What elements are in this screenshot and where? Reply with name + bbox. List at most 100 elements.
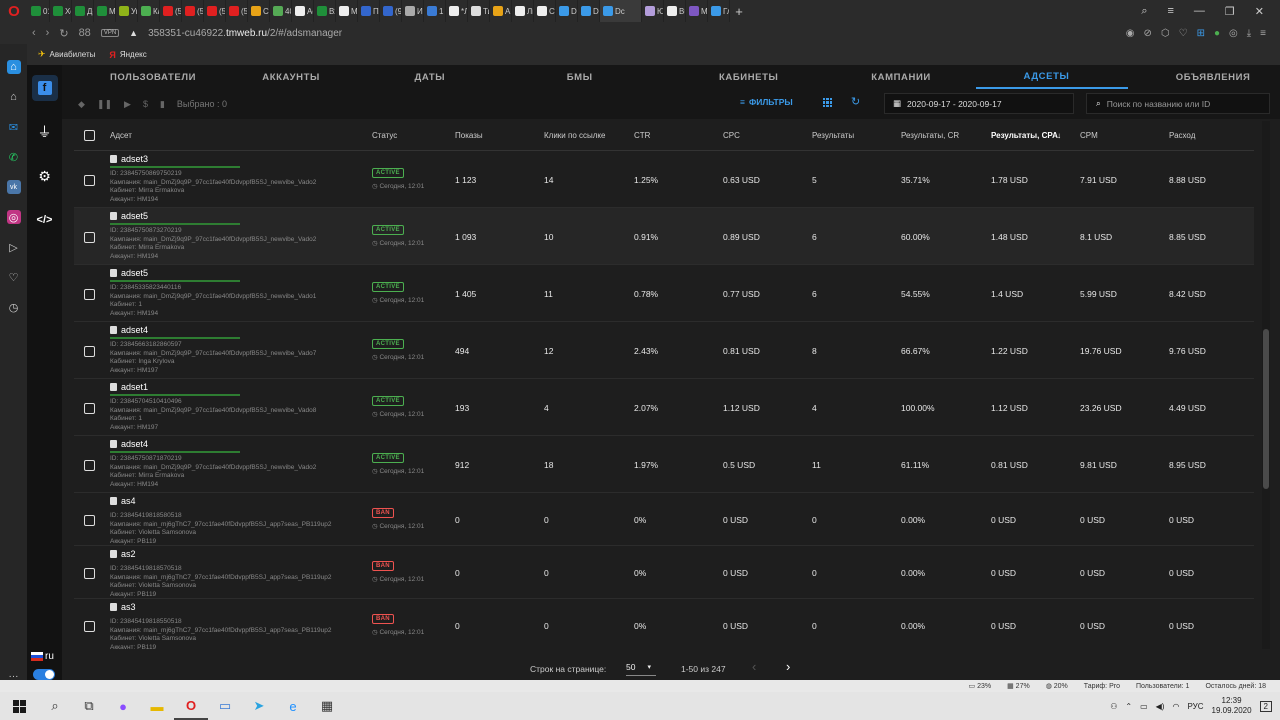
row-checkbox[interactable] xyxy=(84,515,95,526)
column-header[interactable]: Результаты xyxy=(812,131,854,140)
select-all-checkbox[interactable] xyxy=(84,130,95,141)
browser-tab[interactable]: Dol xyxy=(556,0,578,22)
browser-tab[interactable]: Ли xyxy=(512,0,534,22)
adset-name[interactable]: adset1 xyxy=(110,382,148,392)
browser-tab[interactable]: СРА xyxy=(248,0,270,22)
network-icon[interactable]: ▭ xyxy=(1140,702,1148,711)
adset-name[interactable]: as4 xyxy=(110,496,136,506)
menu-icon[interactable]: ≡ xyxy=(1260,28,1266,39)
heart-icon[interactable]: ♡ xyxy=(1179,28,1188,39)
browser-tab[interactable]: Dc xyxy=(600,0,642,22)
browser-tab[interactable]: (54 xyxy=(204,0,226,22)
adset-name[interactable]: as2 xyxy=(110,549,136,559)
block-icon[interactable]: ⊘ xyxy=(1143,28,1151,39)
browser-tab[interactable]: (58 xyxy=(160,0,182,22)
volume-icon[interactable]: ◀) xyxy=(1156,702,1165,711)
browser-tab[interactable]: Дои xyxy=(72,0,94,22)
camera-icon[interactable]: ◉ xyxy=(1126,28,1135,39)
snapshot-icon[interactable]: ≡ xyxy=(1167,5,1173,17)
task-view-icon[interactable]: ⧉ xyxy=(72,692,106,720)
download-icon[interactable]: ⤓ xyxy=(1247,28,1251,39)
settings-gear-icon[interactable]: ⚙ xyxy=(32,163,58,189)
nav-tab[interactable]: ПОЛЬЗОВАТЕЛИ xyxy=(62,65,214,89)
next-page-icon[interactable]: › xyxy=(786,659,790,674)
theme-toggle[interactable] xyxy=(33,669,55,680)
cortana-icon[interactable]: ● xyxy=(106,692,140,720)
adset-name[interactable]: adset5 xyxy=(110,268,148,278)
browser-tab[interactable]: 401 xyxy=(270,0,292,22)
speed-dial-count[interactable]: 88 xyxy=(79,27,91,39)
home-icon[interactable]: ⌂ xyxy=(7,90,21,104)
row-checkbox[interactable] xyxy=(84,403,95,414)
bookmark-avia[interactable]: ✈ Авиабилеты xyxy=(38,49,95,60)
adset-name[interactable]: adset3 xyxy=(110,154,148,164)
rows-per-page-select[interactable]: 50 ▾ xyxy=(626,659,656,676)
browser-tab[interactable]: Buy xyxy=(664,0,686,22)
column-header[interactable]: Адсет xyxy=(110,131,132,140)
plug-icon[interactable]: ⏚ xyxy=(32,119,58,145)
row-checkbox[interactable] xyxy=(84,460,95,471)
table-row[interactable]: as3 ID: 23845419818550518 Кампания: main_m… xyxy=(74,599,1254,649)
browser-tab[interactable]: Юн xyxy=(642,0,664,22)
start-button[interactable] xyxy=(0,692,38,720)
row-checkbox[interactable] xyxy=(84,621,95,632)
nav-tab[interactable]: АДСЕТЫ xyxy=(975,65,1128,89)
table-scrollbar[interactable] xyxy=(1262,121,1270,649)
search-tabs-icon[interactable]: ⌕ xyxy=(1141,5,1147,18)
cart-icon[interactable]: ⊞ xyxy=(1197,28,1205,39)
favorites-icon[interactable]: ♡ xyxy=(7,270,21,284)
extension-icon[interactable]: ● xyxy=(1214,28,1220,39)
messenger-icon[interactable]: ✉ xyxy=(7,120,21,134)
minimize-button[interactable]: — xyxy=(1194,5,1205,17)
code-icon[interactable]: </> xyxy=(32,207,58,233)
browser-tab[interactable]: Ств xyxy=(534,0,556,22)
table-row[interactable]: adset4 ID: 23845750871870219 Кампания: mai… xyxy=(74,436,1254,493)
forward-icon[interactable]: › xyxy=(46,27,50,39)
browser-tab[interactable]: Ме xyxy=(686,0,708,22)
adset-name[interactable]: adset4 xyxy=(110,439,148,449)
window-taskbar-icon[interactable]: ▭ xyxy=(208,692,242,720)
scrollbar-thumb[interactable] xyxy=(1263,329,1269,489)
browser-tab[interactable]: 01. xyxy=(28,0,50,22)
bookmark-yandex[interactable]: Я Яндекс xyxy=(109,50,146,60)
browser-tab[interactable]: Мо xyxy=(94,0,116,22)
pause-icon[interactable]: ❚❚ xyxy=(97,99,112,110)
ie-icon[interactable]: e xyxy=(276,692,310,720)
new-tab-button[interactable]: + xyxy=(730,4,748,19)
table-row[interactable]: adset1 ID: 23845704510410496 Кампания: mai… xyxy=(74,379,1254,436)
adset-name[interactable]: adset4 xyxy=(110,325,148,335)
date-range-picker[interactable]: ▦ 2020-09-17 - 2020-09-17 xyxy=(884,93,1074,114)
browser-tab[interactable]: Dol xyxy=(578,0,600,22)
browser-tab[interactable]: Вхс xyxy=(314,0,336,22)
table-row[interactable]: as4 ID: 23845419818580518 Кампания: main_m… xyxy=(74,493,1254,546)
browser-tab[interactable]: Кан xyxy=(138,0,160,22)
prev-page-icon[interactable]: ‹ xyxy=(752,659,756,674)
column-header[interactable]: Результаты, CPA xyxy=(991,131,1058,140)
browser-tab[interactable]: AD xyxy=(490,0,512,22)
columns-view-icon[interactable] xyxy=(823,98,832,107)
history-icon[interactable]: ◷ xyxy=(7,300,21,314)
browser-tab[interactable]: *Ли xyxy=(446,0,468,22)
column-header[interactable]: CTR xyxy=(634,131,650,140)
explorer-icon[interactable]: ▬ xyxy=(140,692,174,720)
vpn-badge[interactable]: VPN xyxy=(100,29,120,37)
nav-tab[interactable]: ОБЪЯВЛЕНИЯ xyxy=(1128,65,1280,89)
wifi-icon[interactable]: ◠ xyxy=(1172,702,1179,711)
calculator-icon[interactable]: ▦ xyxy=(310,692,344,720)
column-header[interactable]: Статус xyxy=(372,131,397,140)
facebook-icon[interactable]: f xyxy=(31,75,58,101)
browser-tab[interactable]: (53 xyxy=(226,0,248,22)
whatsapp-icon[interactable]: ✆ xyxy=(7,150,21,164)
vk-icon[interactable]: vk xyxy=(6,180,21,194)
send-icon[interactable]: ▷ xyxy=(7,240,21,254)
column-header[interactable]: Расход xyxy=(1169,131,1195,140)
browser-tab[interactable]: Исп xyxy=(402,0,424,22)
trash-icon[interactable]: ▮ xyxy=(160,99,165,110)
notifications-icon[interactable]: 2 xyxy=(1259,700,1272,712)
browser-tab[interactable]: (92 xyxy=(380,0,402,22)
browser-tab[interactable]: (58 xyxy=(182,0,204,22)
browser-tab[interactable]: Adv xyxy=(292,0,314,22)
nav-tab[interactable]: АККАУНТЫ xyxy=(214,65,366,89)
row-checkbox[interactable] xyxy=(84,289,95,300)
table-row[interactable]: adset4 ID: 23845663182860597 Кампания: mai… xyxy=(74,322,1254,379)
